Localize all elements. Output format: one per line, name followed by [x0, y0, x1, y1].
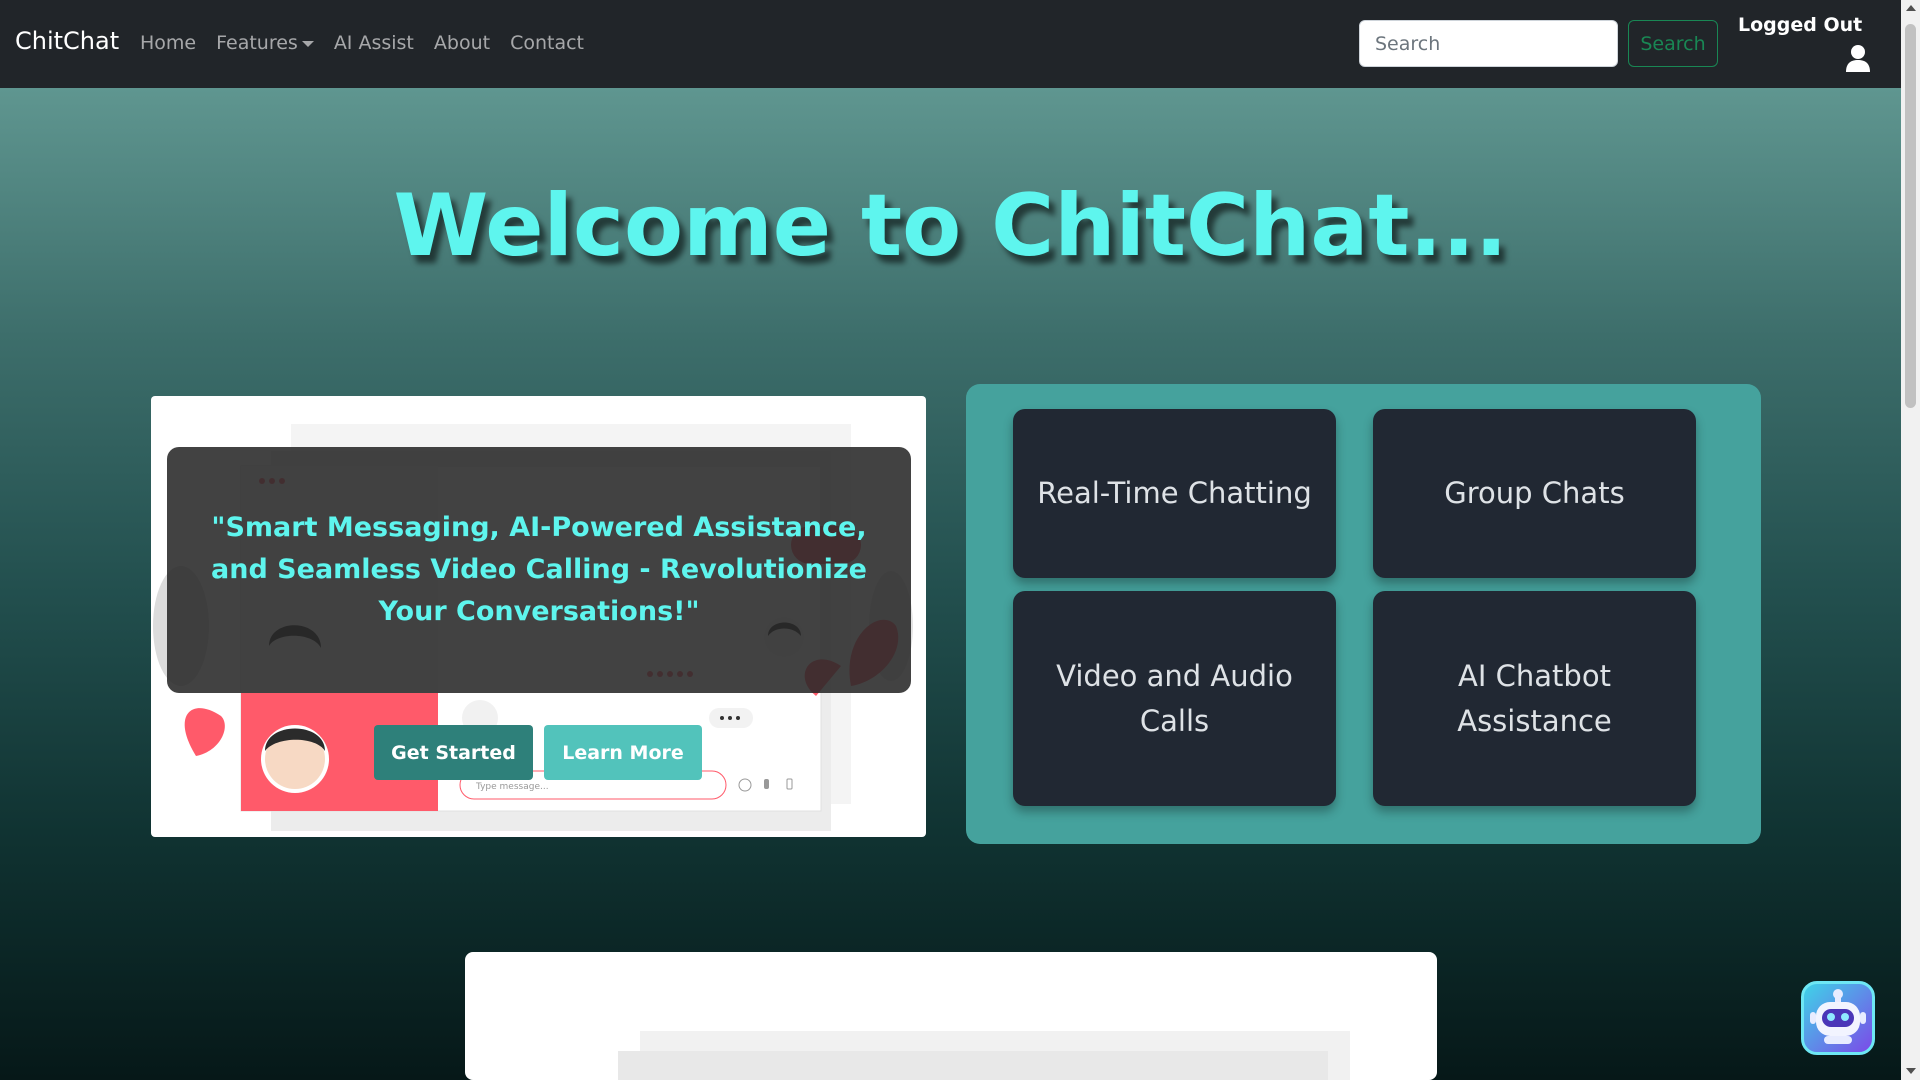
nav-about[interactable]: About: [434, 32, 490, 54]
scroll-up-arrow-icon[interactable]: [1906, 5, 1916, 11]
secondary-card: [465, 952, 1437, 1080]
scrollbar-thumb[interactable]: [1905, 24, 1916, 408]
hero-title: Welcome to ChitChat...: [393, 176, 1508, 276]
login-status: Logged Out: [1738, 14, 1863, 36]
illustration-input-text: Type message...: [475, 782, 549, 792]
feature-card-group-chats[interactable]: Group Chats: [1373, 409, 1696, 578]
promo-card: Type message... "Smart Messaging, AI-Pow…: [151, 396, 926, 837]
secondary-card-image-layer: [618, 1051, 1328, 1080]
hero-section: Welcome to ChitChat... Type message... "…: [0, 88, 1901, 1080]
brand-logo[interactable]: ChitChat: [15, 27, 119, 55]
hero-tagline: "Smart Messaging, AI-Powered Assistance,…: [211, 512, 867, 627]
user-icon[interactable]: [1845, 44, 1871, 72]
nav-ai-assist[interactable]: AI Assist: [334, 32, 414, 54]
chatbot-button[interactable]: [1801, 981, 1875, 1055]
robot-icon: [1810, 989, 1866, 1044]
scroll-down-arrow-icon[interactable]: [1906, 1068, 1916, 1074]
feature-card-video-audio-calls[interactable]: Video and Audio Calls: [1013, 591, 1336, 806]
learn-more-button[interactable]: Learn More: [544, 725, 702, 780]
search-button[interactable]: Search: [1628, 20, 1718, 67]
nav-contact[interactable]: Contact: [510, 32, 584, 54]
chevron-down-icon: [301, 40, 314, 47]
scrollbar[interactable]: [1901, 0, 1920, 1080]
nav-links: Home Features AI Assist About Contact: [140, 32, 584, 54]
nav-home[interactable]: Home: [140, 32, 196, 54]
feature-card-real-time-chatting[interactable]: Real-Time Chatting: [1013, 409, 1336, 578]
navbar: ChitChat Home Features AI Assist About C…: [0, 0, 1901, 88]
search-input[interactable]: [1359, 20, 1618, 67]
feature-card-ai-chatbot[interactable]: AI Chatbot Assistance: [1373, 591, 1696, 806]
get-started-button[interactable]: Get Started: [374, 725, 533, 780]
nav-features-dropdown[interactable]: Features: [216, 32, 314, 54]
features-panel: Real-Time Chatting Group Chats Video and…: [966, 384, 1761, 844]
nav-features-label: Features: [216, 32, 298, 54]
tagline-overlay: "Smart Messaging, AI-Powered Assistance,…: [167, 447, 911, 693]
